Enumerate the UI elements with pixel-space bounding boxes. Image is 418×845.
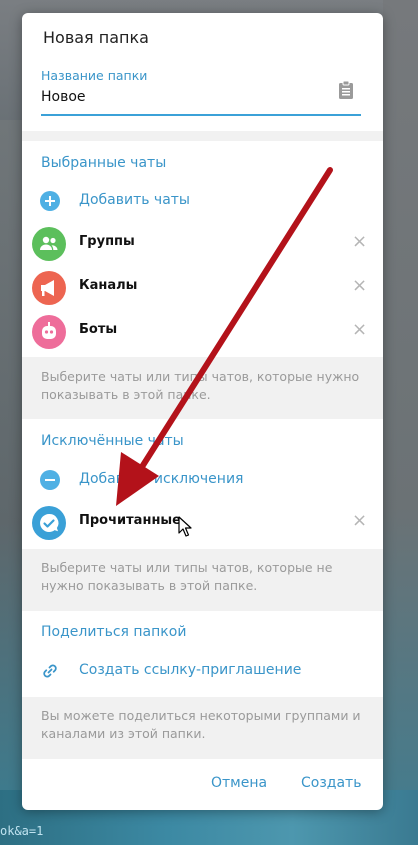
share-hint: Вы можете поделиться некоторыми группами…: [41, 708, 361, 741]
chat-item-label: Прочитанные: [79, 513, 181, 528]
plus-icon: [40, 191, 60, 211]
chat-item-label: Боты: [79, 322, 118, 337]
remove-icon[interactable]: ×: [352, 275, 367, 296]
remove-icon[interactable]: ×: [352, 231, 367, 252]
mouse-cursor-icon: [178, 516, 192, 537]
link-icon: [43, 664, 57, 678]
bot-icon: [32, 315, 66, 349]
folder-name-underline: [41, 114, 361, 116]
megaphone-icon: [32, 271, 66, 305]
dialog-title: Новая папка: [43, 28, 149, 47]
groups-icon: [32, 227, 66, 261]
new-folder-dialog: Новая папка Название папки Новое Выбранн…: [22, 13, 383, 810]
background-url-text: ok&a=1: [0, 824, 44, 838]
minus-icon: [40, 470, 60, 490]
included-chats-title: Выбранные чаты: [41, 155, 167, 171]
included-item-groups[interactable]: Группы ×: [22, 221, 383, 265]
section-divider: [22, 131, 383, 141]
create-invite-link-button[interactable]: Создать ссылку-приглашение: [22, 653, 383, 689]
folder-name-input[interactable]: Новое: [41, 89, 86, 105]
excluded-hint: Выберите чаты или типы чатов, которые не…: [41, 560, 333, 593]
remove-icon[interactable]: ×: [352, 319, 367, 340]
add-exclusions-button[interactable]: Добавить исключения: [22, 462, 383, 498]
create-button[interactable]: Создать: [301, 775, 361, 791]
remove-icon[interactable]: ×: [352, 510, 367, 531]
cancel-button[interactable]: Отмена: [211, 775, 267, 791]
included-hint: Выберите чаты или типы чатов, которые ну…: [41, 369, 360, 402]
clipboard-icon[interactable]: [338, 80, 354, 100]
create-invite-link-label: Создать ссылку-приглашение: [79, 662, 302, 678]
background-right: [383, 0, 418, 845]
chat-item-label: Каналы: [79, 278, 138, 293]
read-check-icon: [32, 506, 66, 540]
chat-item-label: Группы: [79, 234, 135, 249]
included-item-channels[interactable]: Каналы ×: [22, 265, 383, 309]
add-chats-label: Добавить чаты: [79, 192, 190, 208]
excluded-chats-title: Исключённые чаты: [41, 433, 184, 449]
add-exclusions-label: Добавить исключения: [79, 471, 244, 487]
included-item-bots[interactable]: Боты ×: [22, 309, 383, 353]
add-chats-button[interactable]: Добавить чаты: [22, 183, 383, 219]
folder-name-label: Название папки: [41, 68, 148, 83]
share-folder-title: Поделиться папкой: [41, 624, 187, 640]
background-left: [0, 120, 22, 790]
excluded-item-read[interactable]: Прочитанные ×: [22, 500, 383, 544]
